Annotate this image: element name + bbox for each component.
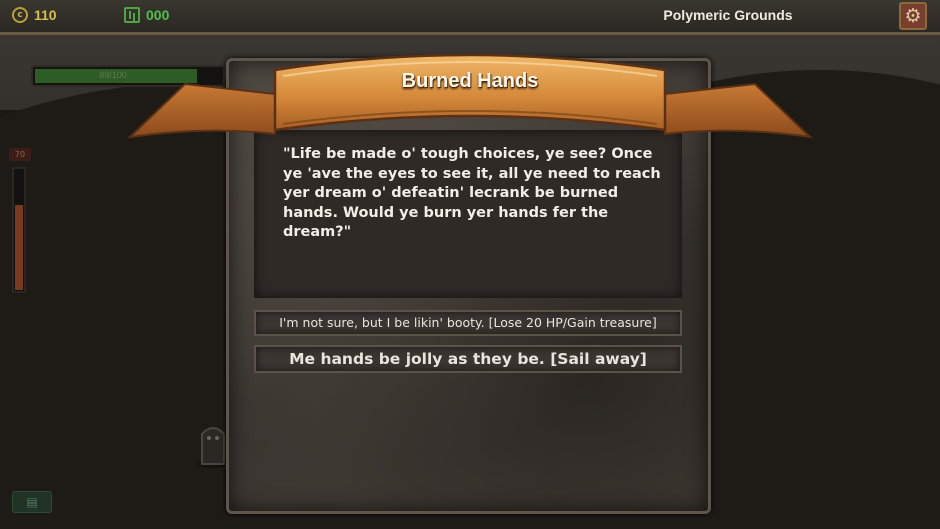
chest-icon bbox=[124, 7, 140, 23]
ghost-enemy bbox=[197, 427, 229, 468]
map-icon: ▤ bbox=[26, 495, 38, 509]
choice-button-booty[interactable]: I'm not sure, but I be likin' booty. [Lo… bbox=[254, 310, 682, 336]
gold-count: 110 bbox=[34, 7, 57, 23]
heat-gauge bbox=[12, 167, 26, 293]
dialog-body: "Life be made o' tough choices, ye see? … bbox=[283, 146, 661, 240]
title-banner bbox=[127, 53, 813, 139]
coin-icon: c bbox=[12, 7, 28, 23]
heat-fill bbox=[15, 204, 23, 290]
gem-count: 000 bbox=[146, 7, 170, 23]
map-button[interactable]: ▤ bbox=[12, 491, 52, 513]
settings-button[interactable]: ⚙ bbox=[899, 2, 927, 30]
top-bar: c 110 000 Polymeric Grounds ⚙ bbox=[0, 0, 940, 35]
choice-button-sail-away[interactable]: Me hands be jolly as they be. [Sail away… bbox=[254, 345, 682, 373]
heat-label: 70 bbox=[9, 148, 31, 161]
location-name: Polymeric Grounds bbox=[663, 7, 793, 23]
dialog-title: Burned Hands bbox=[401, 70, 539, 92]
gear-icon: ⚙ bbox=[904, 5, 922, 27]
